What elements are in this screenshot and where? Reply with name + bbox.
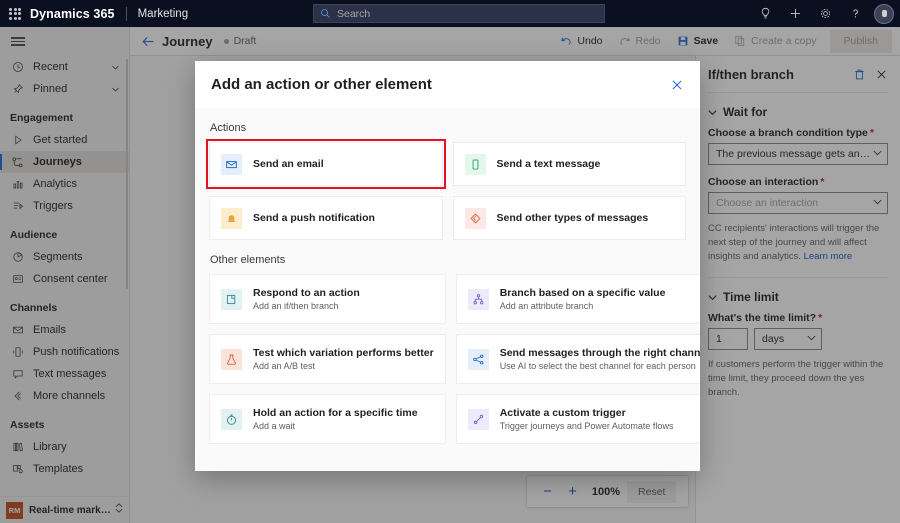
card-subtitle: Trigger journeys and Power Automate flow…: [499, 421, 674, 431]
card-activate-a-custom-trigger[interactable]: Activate a custom trigger Trigger journe…: [455, 394, 700, 444]
add-button[interactable]: [781, 0, 809, 27]
settings-button[interactable]: [811, 0, 839, 27]
card-subtitle: Add an attribute branch: [499, 301, 594, 311]
card-subtitle: Add an A/B test: [253, 361, 316, 371]
help-icon: [852, 9, 858, 18]
card-text: Branch based on a specific value Add an …: [500, 287, 666, 311]
brand-divider: [125, 6, 127, 21]
card-send-messages-through-the-right-channel[interactable]: Send messages through the right channel …: [455, 334, 700, 384]
card-send-a-push-notification[interactable]: Send a push notification: [209, 196, 443, 240]
avatar[interactable]: [874, 3, 894, 24]
card-text: Send an email: [253, 158, 324, 170]
card-text: Send messages through the right channel …: [500, 347, 700, 371]
suite-actions: [751, 0, 894, 27]
brand-title: Dynamics 365: [30, 6, 115, 21]
card-title: Activate a custom trigger: [499, 407, 626, 419]
suite-bar: Dynamics 365 Marketing Search: [0, 0, 900, 27]
gear-icon: [820, 8, 830, 19]
custom-trigger-icon: [467, 408, 489, 430]
card-subtitle: Add an if/then branch: [253, 301, 339, 311]
waffle-icon: [9, 7, 21, 20]
card-subtitle: Use AI to select the best channel for ea…: [499, 361, 696, 371]
app-name: Marketing: [137, 7, 189, 20]
phone-icon: [464, 153, 486, 175]
search-placeholder: Search: [337, 7, 371, 20]
card-text: Send a push notification: [253, 212, 375, 224]
other-elements-card-grid: Respond to an action Add an if/then bran…: [209, 274, 700, 444]
card-title: Send messages through the right channel: [499, 347, 700, 359]
card-text: Activate a custom trigger Trigger journe…: [500, 407, 674, 431]
add-element-dialog: Add an action or other element Actions S…: [195, 61, 700, 471]
diamond-icon: [464, 207, 486, 229]
card-title: Hold an action for a specific time: [253, 407, 418, 419]
card-text: Test which variation performs better Add…: [253, 347, 434, 371]
card-text: Respond to an action Add an if/then bran…: [253, 287, 360, 311]
card-title: Send an email: [253, 158, 324, 170]
app-root: Dynamics 365 Marketing Search Recent Pin…: [0, 0, 900, 523]
close-icon: [672, 80, 682, 89]
card-hold-an-action-for-a-specific-time[interactable]: Hold an action for a specific time Add a…: [209, 394, 446, 444]
card-title: Send other types of messages: [496, 212, 649, 224]
bell-icon: [221, 207, 242, 229]
card-subtitle: Add a wait: [253, 421, 296, 431]
flask-icon: [221, 348, 242, 370]
card-title: Test which variation performs better: [253, 347, 434, 359]
card-title: Send a text message: [496, 158, 601, 170]
card-branch-based-on-a-specific-value[interactable]: Branch based on a specific value Add an …: [455, 274, 700, 324]
timer-icon: [221, 408, 242, 430]
card-title: Respond to an action: [253, 287, 360, 299]
channel-ai-icon: [467, 348, 489, 370]
search-icon: [321, 9, 330, 18]
section-label-other-elements: Other elements: [210, 254, 286, 266]
card-respond-to-an-action[interactable]: Respond to an action Add an if/then bran…: [209, 274, 446, 324]
card-title: Send a push notification: [253, 212, 375, 224]
dialog-body: Actions Send an email Send a text messag…: [195, 108, 700, 471]
card-send-an-email[interactable]: Send an email: [206, 139, 446, 189]
envelope-icon: [221, 153, 242, 175]
app-launcher-button[interactable]: [0, 7, 30, 20]
branch-icon: [467, 288, 489, 310]
lightbulb-button[interactable]: [751, 0, 779, 27]
lightbulb-icon: [761, 7, 769, 19]
card-send-other-types-of-messages[interactable]: Send other types of messages: [452, 196, 686, 240]
dialog-title: Add an action or other element: [211, 76, 432, 93]
section-label-actions: Actions: [210, 122, 247, 134]
respond-icon: [221, 288, 242, 310]
dialog-close-button[interactable]: [664, 72, 690, 98]
help-button[interactable]: [841, 0, 869, 27]
card-text: Send a text message: [497, 158, 601, 170]
actions-card-grid: Send an email Send a text message Send a…: [206, 139, 686, 240]
card-test-which-variation-performs-better[interactable]: Test which variation performs better Add…: [209, 334, 446, 384]
plus-icon: [790, 8, 800, 19]
dialog-header: Add an action or other element: [195, 61, 700, 108]
card-text: Hold an action for a specific time Add a…: [253, 407, 418, 431]
card-send-a-text-message[interactable]: Send a text message: [452, 142, 686, 186]
card-text: Send other types of messages: [497, 212, 649, 224]
search-input[interactable]: Search: [313, 4, 605, 23]
card-title: Branch based on a specific value: [499, 287, 666, 299]
